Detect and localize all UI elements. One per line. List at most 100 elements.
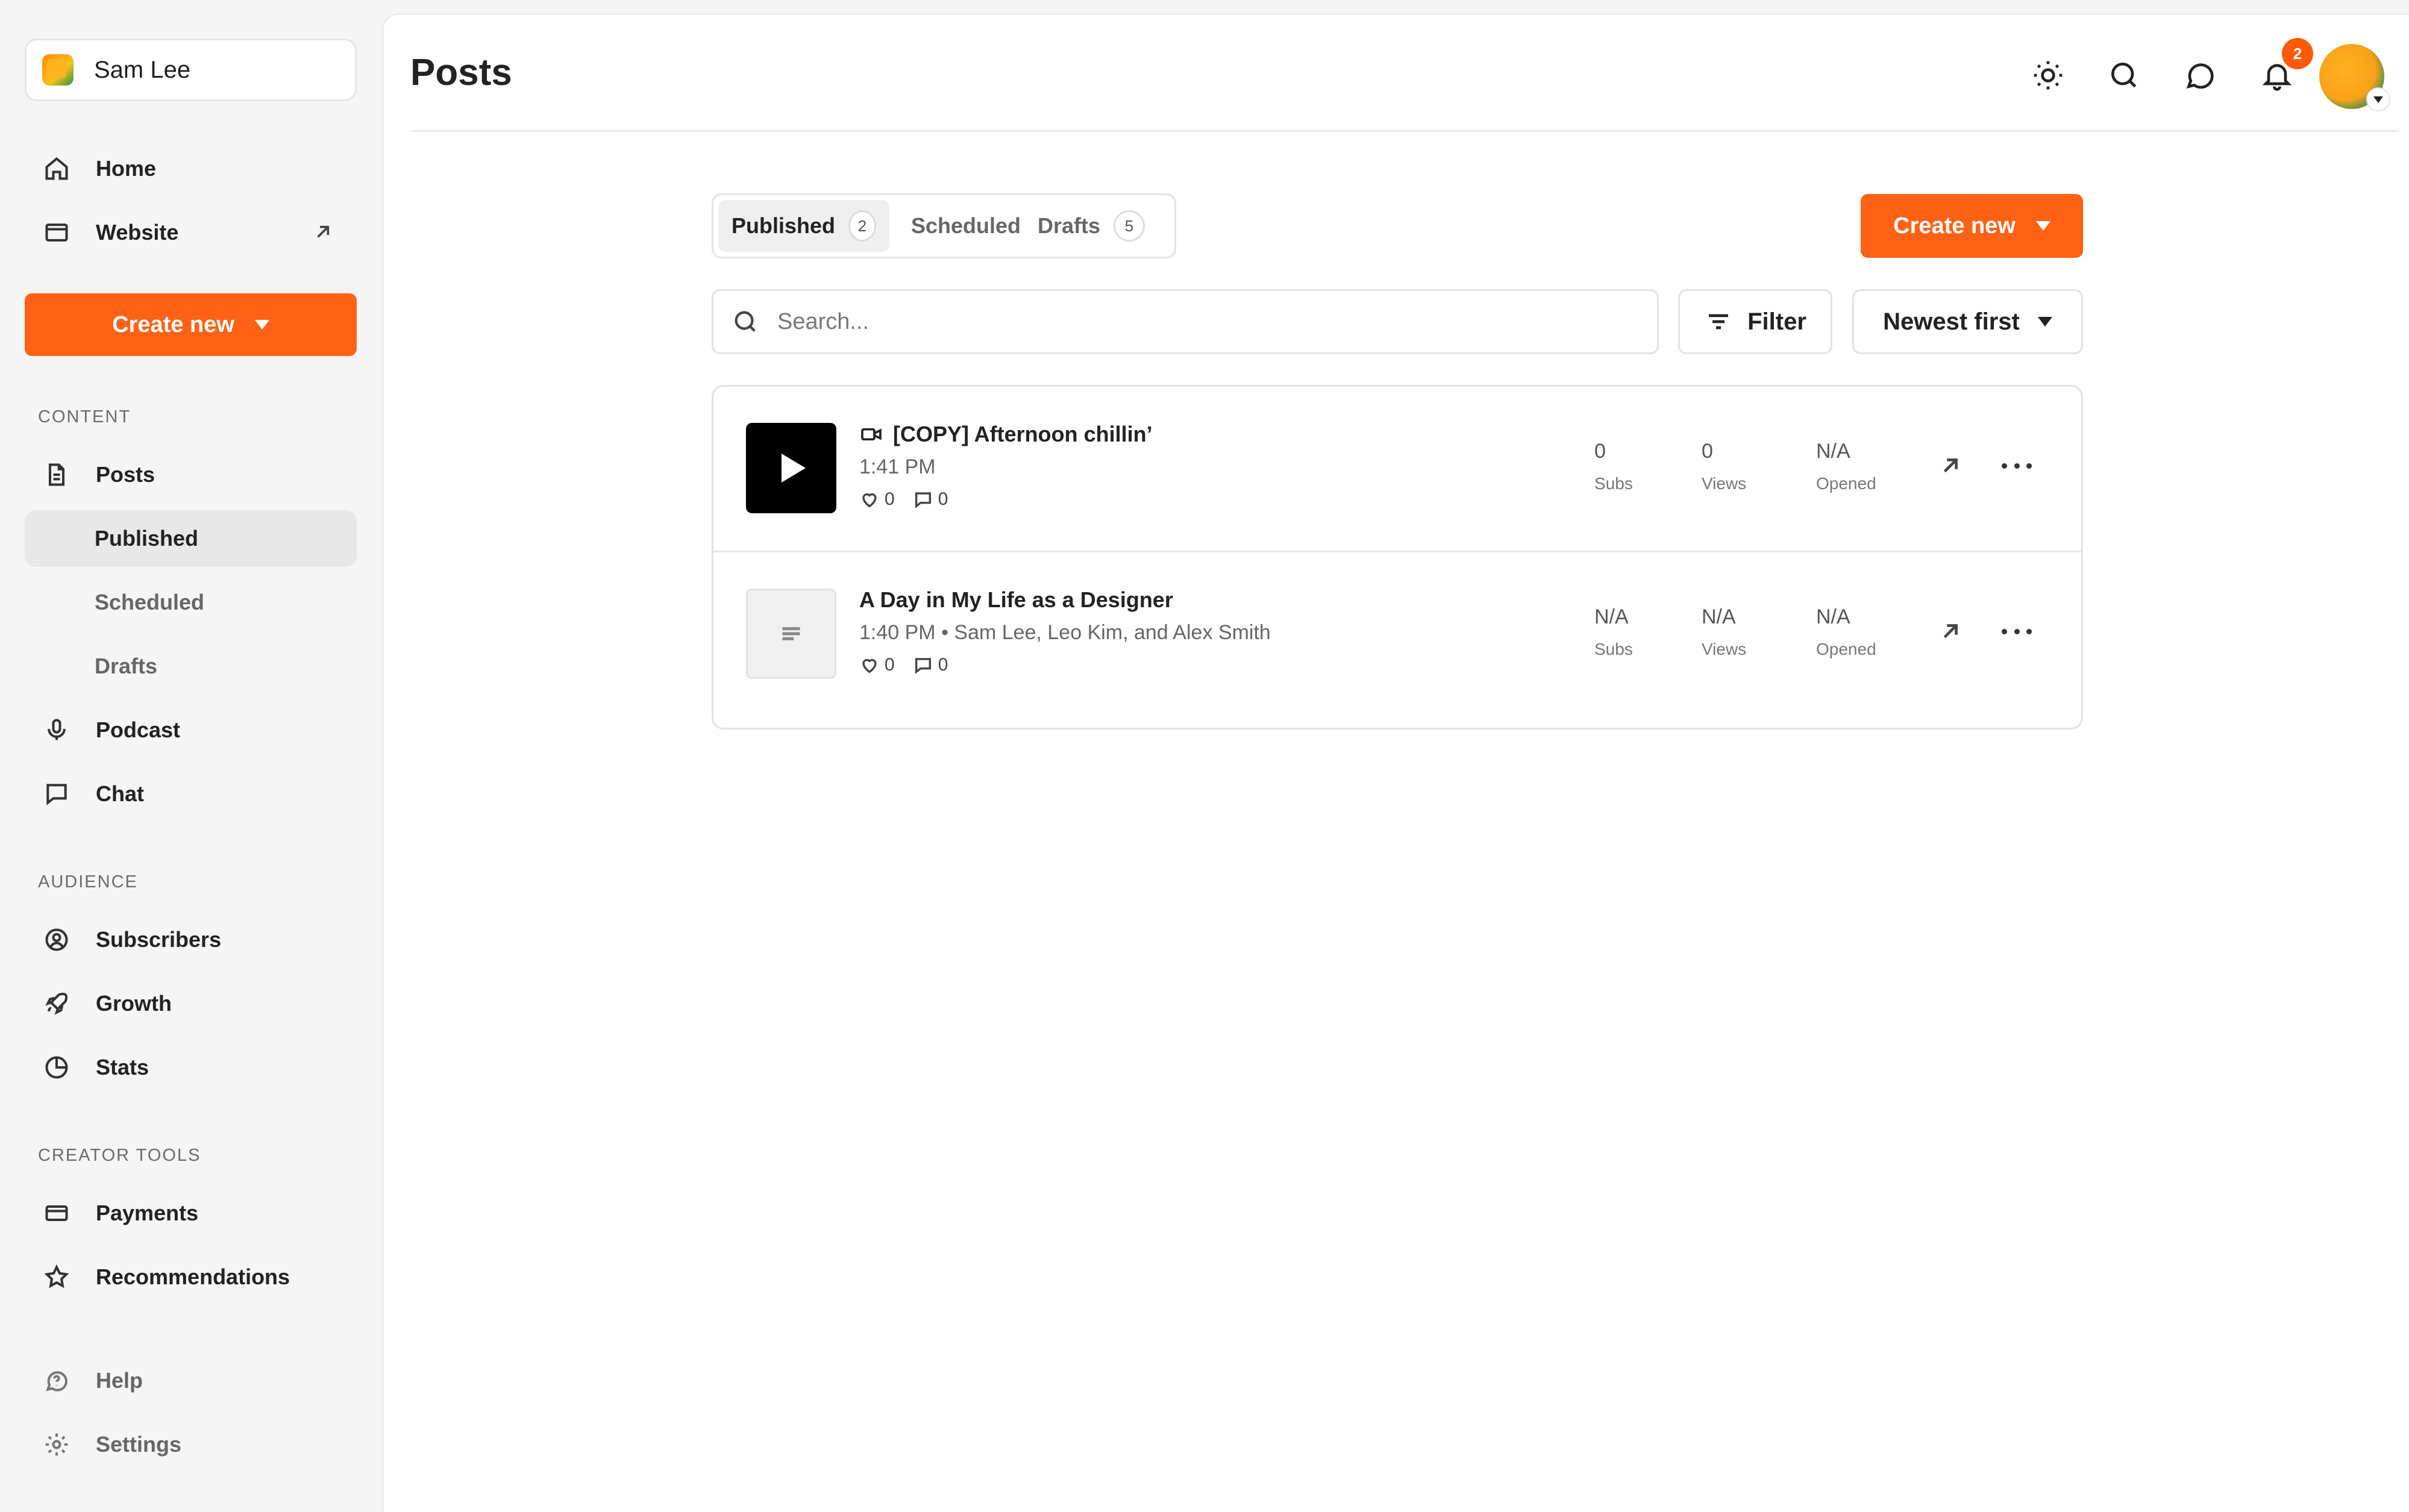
sidebar-item-settings[interactable]: Settings xyxy=(25,1416,357,1473)
video-thumbnail[interactable] xyxy=(746,423,836,513)
search-icon[interactable] xyxy=(2105,56,2143,95)
play-icon xyxy=(782,454,806,483)
create-new-label: Create new xyxy=(112,311,234,337)
sidebar-item-label: Stats xyxy=(96,1055,149,1079)
tab-scheduled[interactable]: Scheduled xyxy=(900,200,1032,252)
subs-metric: 0 Subs xyxy=(1594,440,1633,493)
page-title: Posts xyxy=(410,52,512,93)
sidebar-item-published[interactable]: Published xyxy=(25,510,357,567)
post-title[interactable]: A Day in My Life as a Designer xyxy=(859,587,1173,613)
more-options-icon[interactable] xyxy=(2002,622,2032,640)
sidebar-item-scheduled[interactable]: Scheduled xyxy=(25,574,357,631)
sidebar-item-label: Recommendations xyxy=(96,1264,290,1289)
filter-button[interactable]: Filter xyxy=(1678,289,1832,354)
sort-dropdown[interactable]: Newest first xyxy=(1852,289,2083,354)
sidebar-item-label: Subscribers xyxy=(96,927,222,952)
more-options-icon[interactable] xyxy=(2002,457,2032,475)
sidebar-item-label: Growth xyxy=(96,991,172,1016)
sidebar-create-new-button[interactable]: Create new xyxy=(25,293,357,356)
heart-icon xyxy=(862,493,877,508)
home-icon xyxy=(43,155,70,183)
metric-label: Opened xyxy=(1816,640,1876,658)
pie-chart-icon xyxy=(43,1054,70,1081)
search-input[interactable] xyxy=(777,308,1621,335)
sidebar-item-posts[interactable]: Posts xyxy=(25,446,357,503)
sidebar-item-home[interactable]: Home xyxy=(25,140,357,197)
filter-icon xyxy=(1709,314,1729,330)
main-panel: Posts 2 Published 2 Scheduled Drafts 5 C… xyxy=(382,13,2409,1512)
list-item[interactable]: [COPY] Afternoon chillin’ 1:41 PM 0 0 0 … xyxy=(713,387,2081,551)
sidebar-item-label: Help xyxy=(96,1368,143,1393)
section-label-audience: AUDIENCE xyxy=(38,872,138,892)
post-status-tabs: Published 2 Scheduled Drafts 5 xyxy=(712,193,1176,258)
microphone-icon xyxy=(43,716,70,744)
comments-count: 0 xyxy=(938,489,948,509)
sidebar-item-website[interactable]: Website xyxy=(25,204,357,261)
sidebar-item-label: Settings xyxy=(96,1432,182,1457)
video-camera-icon xyxy=(861,428,882,441)
sidebar-item-label: Drafts xyxy=(95,654,158,678)
tab-label: Drafts xyxy=(1038,213,1101,238)
comments-count: 0 xyxy=(938,655,948,675)
section-label-creator-tools: CREATOR TOOLS xyxy=(38,1146,201,1165)
sidebar-item-label: Posts xyxy=(96,462,155,487)
app-root: Sam Lee Home Website Create new CONTENT … xyxy=(0,0,2409,1512)
opened-metric: N/A Opened xyxy=(1816,605,1876,659)
sidebar-item-payments[interactable]: Payments xyxy=(25,1185,357,1242)
help-icon xyxy=(43,1367,70,1395)
sun-icon[interactable] xyxy=(2029,56,2067,95)
tab-drafts[interactable]: Drafts 5 xyxy=(1027,200,1156,252)
gear-icon xyxy=(43,1431,70,1458)
metric-value: 0 xyxy=(1594,440,1606,463)
sidebar-item-drafts[interactable]: Drafts xyxy=(25,638,357,695)
chat-bubble-icon[interactable] xyxy=(2181,56,2219,95)
chevron-down-icon xyxy=(2037,317,2052,326)
sidebar-item-label: Chat xyxy=(96,781,144,806)
text-lines-icon xyxy=(782,627,800,640)
post-meta: 1:40 PM • Sam Lee, Leo Kim, and Alex Smi… xyxy=(859,621,1271,644)
sidebar-item-recommendations[interactable]: Recommendations xyxy=(25,1249,357,1305)
chevron-down-icon xyxy=(254,320,269,330)
external-link-icon[interactable] xyxy=(1937,617,1964,645)
subs-metric: N/A Subs xyxy=(1594,605,1633,659)
tab-label: Scheduled xyxy=(911,213,1021,238)
search-icon xyxy=(735,311,756,332)
external-link-icon[interactable] xyxy=(1937,452,1964,480)
tab-count: 2 xyxy=(848,210,876,242)
metric-label: Views xyxy=(1702,640,1747,658)
sidebar-item-label: Payments xyxy=(96,1201,199,1225)
tab-published[interactable]: Published 2 xyxy=(718,200,889,252)
chevron-down-icon[interactable] xyxy=(2366,87,2390,111)
metric-label: Views xyxy=(1702,474,1747,493)
comment-icon xyxy=(915,492,931,508)
metric-value: N/A xyxy=(1702,605,1736,628)
posts-list: [COPY] Afternoon chillin’ 1:41 PM 0 0 0 … xyxy=(712,385,2083,729)
document-icon xyxy=(43,461,70,489)
sidebar-item-label: Website xyxy=(96,220,179,245)
post-title[interactable]: [COPY] Afternoon chillin’ xyxy=(859,422,1153,447)
sidebar-item-growth[interactable]: Growth xyxy=(25,975,357,1032)
sidebar-item-help[interactable]: Help xyxy=(25,1352,357,1409)
rocket-icon xyxy=(43,990,70,1017)
opened-metric: N/A Opened xyxy=(1816,440,1876,493)
metric-label: Subs xyxy=(1594,474,1633,493)
search-field[interactable] xyxy=(712,289,1659,354)
sidebar-item-label: Podcast xyxy=(96,717,181,742)
list-item[interactable]: A Day in My Life as a Designer 1:40 PM •… xyxy=(713,551,2081,714)
external-link-icon xyxy=(311,220,335,244)
account-switcher[interactable]: Sam Lee xyxy=(25,39,357,101)
tab-label: Published xyxy=(731,213,836,238)
likes-count: 0 xyxy=(885,655,895,675)
header-divider xyxy=(410,130,2399,132)
post-meta: 1:41 PM xyxy=(859,455,936,478)
metric-value: 0 xyxy=(1702,440,1713,463)
credit-card-icon xyxy=(43,1199,70,1227)
sidebar-item-podcast[interactable]: Podcast xyxy=(25,702,357,758)
metric-label: Subs xyxy=(1594,640,1633,658)
sidebar-item-subscribers[interactable]: Subscribers xyxy=(25,911,357,968)
comment-icon xyxy=(915,658,931,674)
create-new-button[interactable]: Create new xyxy=(1861,194,2083,258)
sidebar-item-stats[interactable]: Stats xyxy=(25,1039,357,1096)
sidebar-item-chat[interactable]: Chat xyxy=(25,766,357,822)
text-post-thumbnail[interactable] xyxy=(746,589,836,679)
